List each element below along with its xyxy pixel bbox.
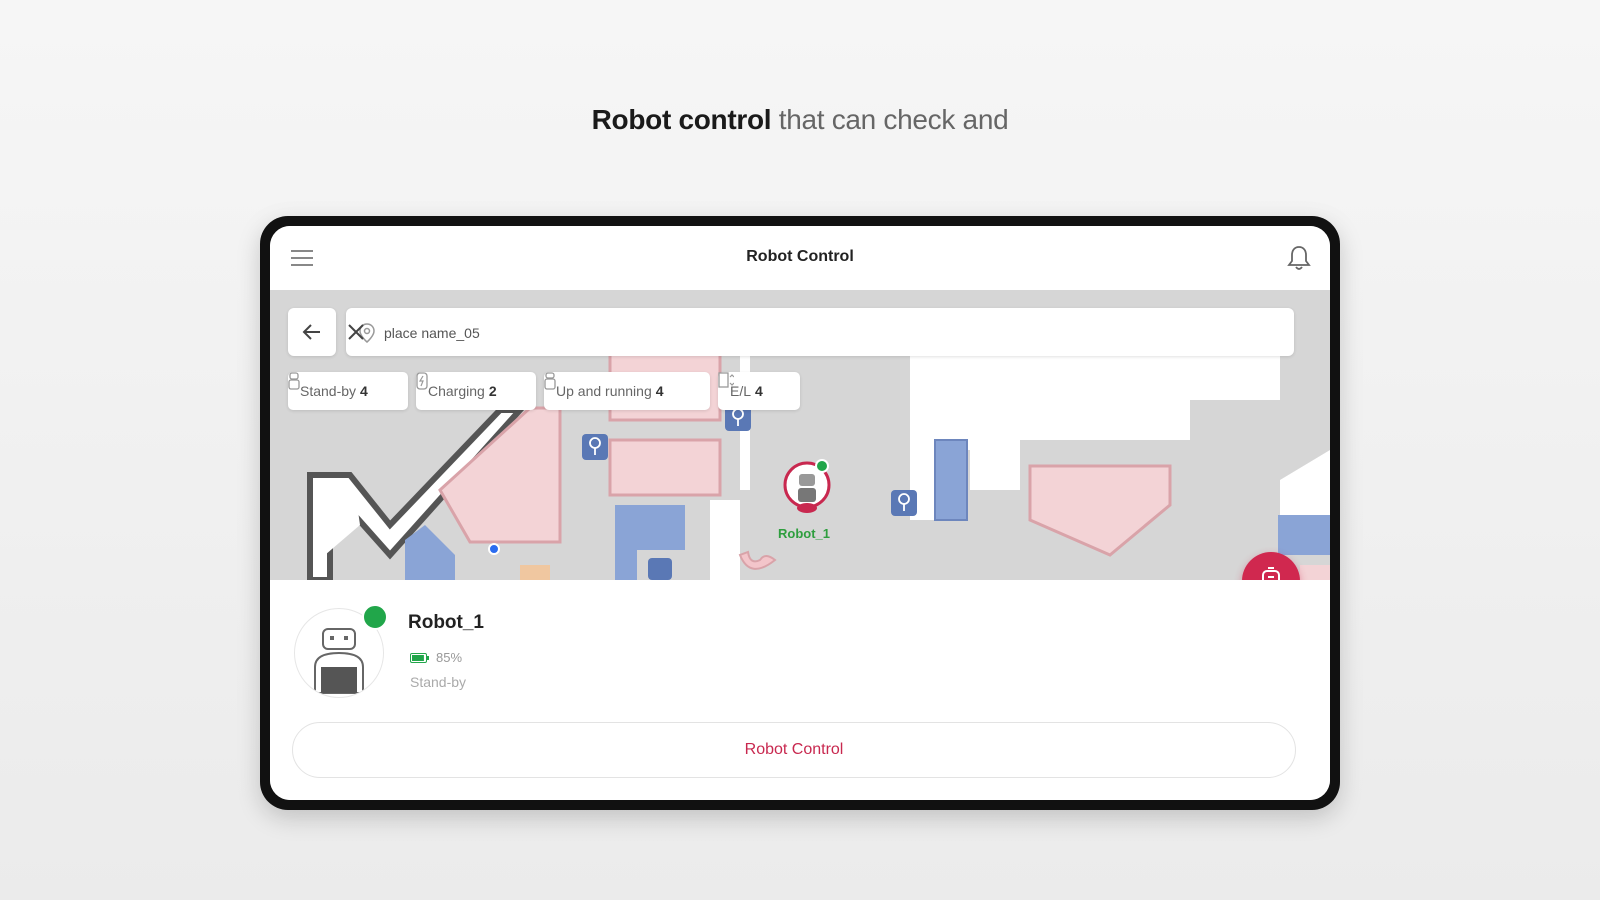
filter-count: 2 — [488, 383, 497, 399]
filter-chip-elevator[interactable]: E/L 4 — [718, 372, 800, 410]
filter-label: Stand-by — [300, 383, 357, 399]
battery-percent: 85% — [436, 650, 463, 665]
battery-status: 85% — [410, 650, 462, 665]
bell-icon[interactable] — [1286, 244, 1312, 272]
tablet-frame: Robot Control Robot_1 place name_05 Stan… — [260, 216, 1340, 810]
floor-map[interactable]: Robot_1 place name_05 Stand-by 4 Chargin… — [270, 290, 1330, 580]
filter-count: 4 — [360, 383, 368, 399]
filter-chip-charging[interactable]: Charging 2 — [416, 372, 536, 410]
app-screen: Robot Control Robot_1 place name_05 Stan… — [270, 226, 1330, 800]
filter-label: Up and running — [556, 383, 652, 399]
search-input[interactable] — [382, 320, 1236, 346]
online-status-indicator — [362, 604, 388, 630]
robot-status: Stand-by — [410, 674, 467, 690]
arrow-left-icon — [302, 324, 320, 340]
filter-chip-running[interactable]: Up and running 4 — [544, 372, 710, 410]
charging-robot-icon — [416, 372, 428, 390]
headline: Robot control that can check and — [0, 104, 1600, 136]
search-bar[interactable] — [346, 308, 1294, 356]
robot-control-button[interactable]: Robot Control — [292, 722, 1296, 778]
standby-robot-icon — [288, 372, 300, 390]
filter-count: 4 — [655, 383, 664, 399]
battery-icon — [410, 652, 429, 663]
robot-name: Robot_1 — [408, 612, 484, 633]
map-robot-label[interactable]: Robot_1 — [778, 526, 830, 541]
headline-bold: Robot control — [591, 104, 772, 135]
running-robot-icon — [544, 372, 556, 390]
close-icon[interactable] — [346, 322, 366, 342]
robot-detail-sheet: Robot_1 85% Stand-by Robot Control — [270, 580, 1330, 800]
back-button[interactable] — [288, 308, 336, 356]
elevator-icon — [718, 372, 734, 388]
app-bar: Robot Control — [270, 226, 1330, 290]
filter-label: Charging — [428, 383, 485, 399]
app-title: Robot Control — [746, 248, 854, 265]
headline-light: that can check and — [778, 104, 1009, 135]
filter-count: 4 — [755, 383, 763, 399]
filter-chip-standby[interactable]: Stand-by 4 — [288, 372, 408, 410]
